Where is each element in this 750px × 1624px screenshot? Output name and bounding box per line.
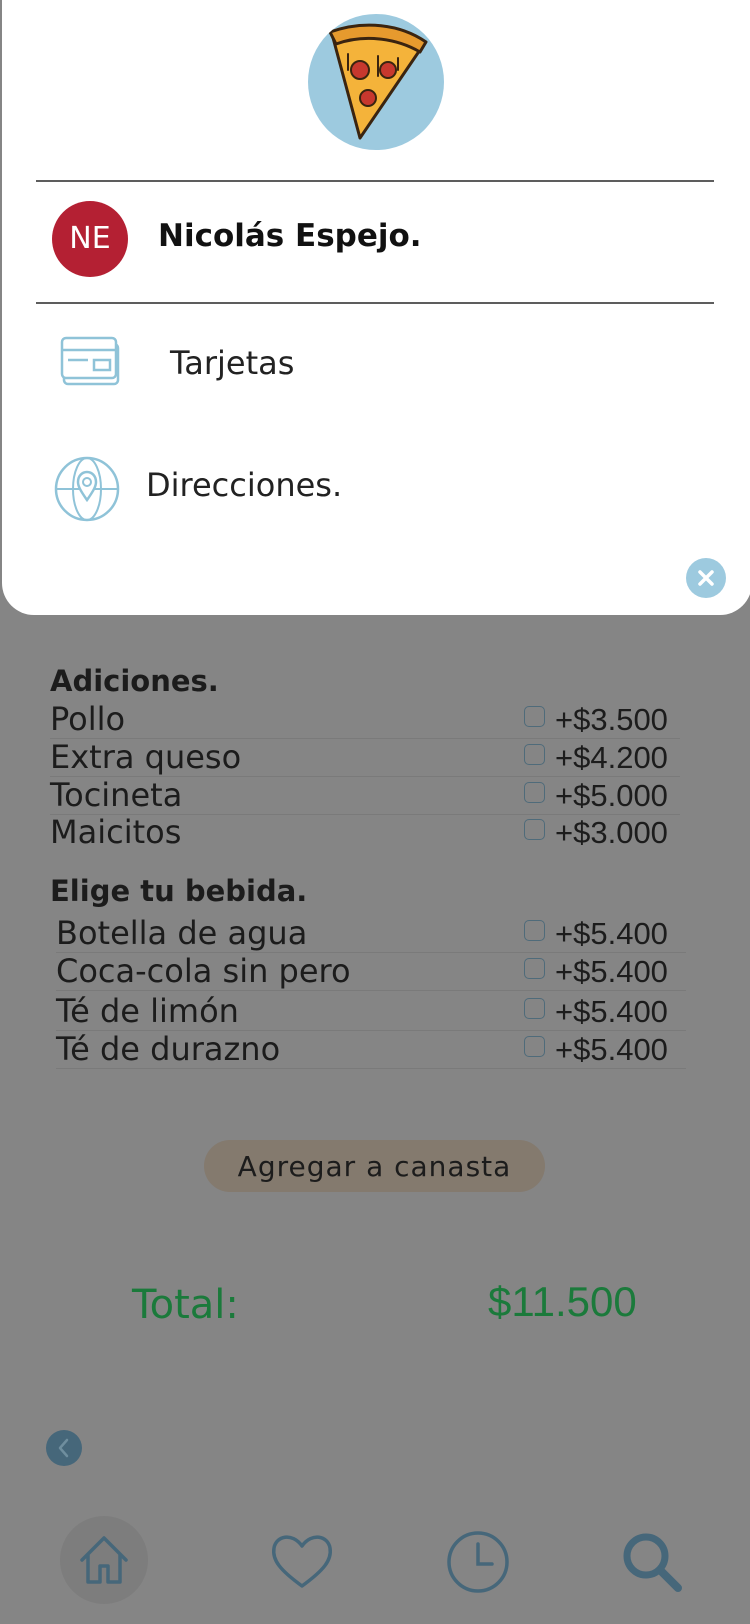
tab-search[interactable] bbox=[606, 1516, 694, 1604]
drawer-divider bbox=[36, 302, 714, 304]
tab-favorites[interactable] bbox=[256, 1516, 344, 1604]
search-icon bbox=[623, 1533, 682, 1592]
drink-row-te-limon[interactable]: Té de limón +$5.400 bbox=[56, 992, 686, 1031]
addition-row-extra-queso[interactable]: Extra queso +$4.200 bbox=[50, 738, 680, 777]
addition-checkbox[interactable] bbox=[524, 819, 545, 840]
addition-checkbox[interactable] bbox=[524, 744, 545, 765]
addition-row-pollo[interactable]: Pollo +$3.500 bbox=[50, 700, 680, 739]
addition-name: Extra queso bbox=[50, 738, 242, 776]
back-button[interactable] bbox=[46, 1430, 82, 1466]
addition-name: Maicitos bbox=[50, 813, 182, 851]
close-button[interactable] bbox=[686, 558, 726, 598]
credit-card-icon bbox=[60, 336, 120, 386]
drink-price: +$5.400 bbox=[555, 954, 668, 989]
addition-price: +$3.500 bbox=[555, 702, 668, 737]
total-value: $11.500 bbox=[488, 1278, 637, 1325]
tab-home[interactable] bbox=[60, 1516, 148, 1604]
drink-price: +$5.400 bbox=[555, 994, 668, 1029]
home-icon bbox=[80, 1536, 128, 1584]
avatar: NE bbox=[52, 201, 128, 277]
addition-checkbox[interactable] bbox=[524, 782, 545, 803]
menu-item-direcciones[interactable]: Direcciones. bbox=[52, 454, 652, 534]
drink-name: Té de durazno bbox=[56, 1030, 281, 1068]
clock-icon bbox=[447, 1531, 509, 1593]
additions-title: Adiciones. bbox=[50, 664, 219, 698]
addition-checkbox[interactable] bbox=[524, 706, 545, 727]
addition-price: +$5.000 bbox=[555, 778, 668, 813]
user-name: Nicolás Espejo. bbox=[158, 218, 422, 254]
drink-row-agua[interactable]: Botella de agua +$5.400 bbox=[56, 914, 686, 953]
bottom-tab-bar bbox=[0, 1500, 750, 1624]
chevron-left-icon bbox=[58, 1438, 69, 1458]
drink-row-te-durazno[interactable]: Té de durazno +$5.400 bbox=[56, 1030, 686, 1069]
pizza-slice-icon bbox=[328, 23, 428, 140]
addition-name: Tocineta bbox=[50, 776, 183, 814]
drink-row-coca-cola[interactable]: Coca-cola sin pero +$5.400 bbox=[56, 952, 686, 991]
add-to-cart-button[interactable]: Agregar a canasta bbox=[204, 1140, 545, 1192]
close-icon bbox=[698, 570, 714, 586]
menu-item-label: Tarjetas bbox=[170, 344, 295, 382]
drink-name: Botella de agua bbox=[56, 914, 308, 952]
drink-name: Coca-cola sin pero bbox=[56, 952, 351, 990]
drink-checkbox[interactable] bbox=[524, 998, 545, 1019]
drink-price: +$5.400 bbox=[555, 1032, 668, 1067]
side-menu-drawer: NE Nicolás Espejo. Tarjetas Direcciones. bbox=[2, 0, 750, 615]
tab-history[interactable] bbox=[432, 1516, 520, 1604]
drink-checkbox[interactable] bbox=[524, 920, 545, 941]
drink-checkbox[interactable] bbox=[524, 1036, 545, 1057]
drink-price: +$5.400 bbox=[555, 916, 668, 951]
addition-row-maicitos[interactable]: Maicitos +$3.000 bbox=[50, 813, 680, 851]
globe-location-icon bbox=[54, 456, 120, 522]
drink-checkbox[interactable] bbox=[524, 958, 545, 979]
menu-item-label: Direcciones. bbox=[146, 466, 343, 504]
menu-item-tarjetas[interactable]: Tarjetas bbox=[52, 334, 652, 414]
drink-name: Té de limón bbox=[56, 992, 239, 1030]
total-label: Total: bbox=[132, 1282, 239, 1328]
addition-name: Pollo bbox=[50, 700, 126, 738]
app-logo bbox=[308, 14, 444, 150]
addition-price: +$3.000 bbox=[555, 815, 668, 850]
heart-icon bbox=[271, 1535, 333, 1588]
addition-price: +$4.200 bbox=[555, 740, 668, 775]
drawer-divider bbox=[36, 180, 714, 182]
drinks-title: Elige tu bebida. bbox=[50, 874, 308, 908]
addition-row-tocineta[interactable]: Tocineta +$5.000 bbox=[50, 776, 680, 815]
